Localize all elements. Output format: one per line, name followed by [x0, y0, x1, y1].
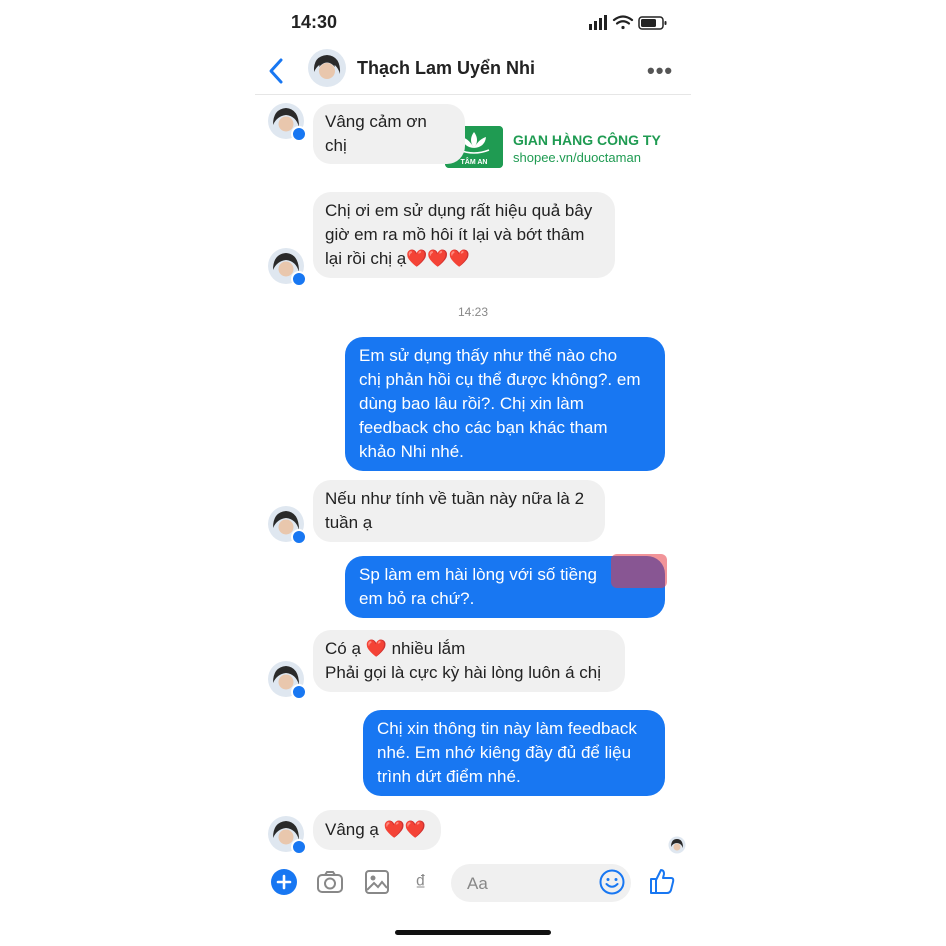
svg-text:TÂM AN: TÂM AN	[461, 157, 488, 166]
heart-emoji: ❤️❤️❤️	[406, 249, 470, 268]
message-line: giờ em ra mồ hôi ít lại và bớt thâm	[325, 225, 585, 244]
messenger-badge-icon	[291, 271, 307, 287]
plus-icon[interactable]	[270, 868, 298, 896]
timestamp: 14:23	[457, 305, 489, 319]
signal-icon	[589, 15, 607, 30]
message-line-text: nhiều lắm	[391, 639, 466, 658]
back-arrow-icon[interactable]	[263, 56, 289, 86]
contact-name[interactable]: Thạch Lam Uyển Nhi	[357, 58, 535, 79]
status-time: 14:30	[291, 12, 338, 32]
emoji-icon[interactable]	[599, 869, 625, 895]
message-line: khảo Nhi nhé.	[359, 442, 464, 461]
payment-dong-icon[interactable]: ₫	[415, 870, 426, 896]
header-divider	[255, 94, 691, 95]
message-line: em bỏ ra chứ?.	[359, 589, 475, 608]
message-line: trình dứt điểm nhé.	[377, 767, 521, 786]
heart-emoji: ❤️❤️	[383, 820, 426, 839]
incoming-message: Vâng ạ ❤️❤️	[313, 810, 441, 850]
message-line-text: Vâng ạ	[325, 820, 379, 839]
message-input-placeholder: Aa	[467, 874, 488, 893]
heart-emoji: ❤️	[365, 639, 387, 658]
gallery-icon[interactable]	[363, 868, 391, 896]
messenger-screen: 14:30 Thạch Lam Uyển Nhi ••• TÂM AN GIAN…	[255, 0, 691, 946]
message-line-text: Có ạ	[325, 639, 361, 658]
message-line: Nếu như tính về tuần này nữa là 2	[325, 489, 585, 508]
message-line: Có ạ ❤️ nhiều lắm	[325, 637, 613, 661]
messenger-badge-icon	[291, 839, 307, 855]
message-line: Phải gọi là cực kỳ hài lòng luôn á chị	[325, 663, 601, 682]
incoming-message: Nếu như tính về tuần này nữa là 2 tuần ạ	[313, 480, 605, 542]
message-line: nhé. Em nhớ kiêng đầy đủ để liệu	[377, 743, 632, 762]
message-line: lại rồi chị ạ❤️❤️❤️	[325, 247, 603, 271]
messenger-badge-icon	[291, 684, 307, 700]
messenger-badge-icon	[291, 529, 307, 545]
outgoing-message: Chị xin thông tin này làm feedback nhé. …	[363, 710, 665, 796]
contact-avatar[interactable]	[307, 48, 347, 88]
battery-icon	[638, 16, 667, 30]
outgoing-message: Em sử dụng thấy như thế nào cho chị phản…	[345, 337, 665, 471]
message-line: Em sử dụng thấy như thế nào cho	[359, 346, 618, 365]
message-line: chị phản hồi cụ thể được không?. em	[359, 370, 641, 389]
message-line-text: lại rồi chị ạ	[325, 249, 407, 268]
message-line: dùng bao lâu rồi?. Chị xin làm	[359, 394, 584, 413]
message-line: Chị ơi em sử dụng rất hiệu quả bây	[325, 201, 593, 220]
message-line: feedback cho các bạn khác tham	[359, 418, 608, 437]
incoming-message: Chị ơi em sử dụng rất hiệu quả bây giờ e…	[313, 192, 615, 278]
message-line: Chị xin thông tin này làm feedback	[377, 719, 637, 738]
message-line: tuần ạ	[325, 513, 373, 532]
seen-avatar	[668, 836, 686, 854]
watermark-title: GIAN HÀNG CÔNG TY	[513, 132, 661, 148]
camera-icon[interactable]	[316, 868, 344, 896]
watermark-url: shopee.vn/duoctaman	[513, 150, 641, 165]
thumbs-up-icon[interactable]	[647, 866, 677, 896]
message-line: Sp làm em hài lòng với số tiềng	[359, 565, 597, 584]
red-scribble-mark	[611, 554, 667, 588]
incoming-message: Có ạ ❤️ nhiều lắm Phải gọi là cực kỳ hài…	[313, 630, 625, 692]
home-indicator	[395, 930, 551, 935]
messenger-badge-icon	[291, 126, 307, 142]
status-icons	[589, 15, 667, 30]
incoming-message: Vâng cảm ơn chị	[313, 104, 465, 164]
more-options-icon[interactable]: •••	[647, 58, 673, 84]
wifi-icon	[612, 15, 634, 30]
